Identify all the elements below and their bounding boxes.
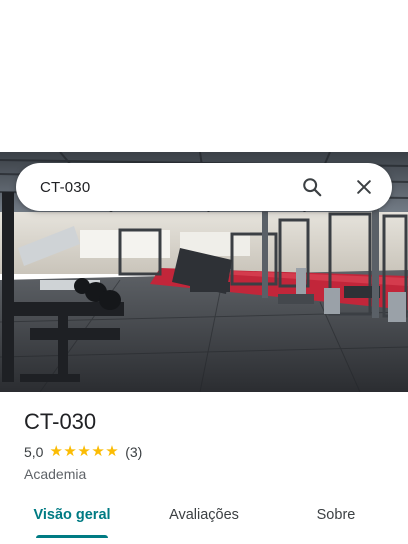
star-rating: ★ ★ ★ ★ ★ (49, 443, 119, 460)
review-count[interactable]: (3) (125, 444, 142, 460)
active-tab-indicator (36, 535, 108, 538)
tab-reviews[interactable]: Avaliações (144, 492, 264, 538)
star-icon: ★ (49, 443, 63, 460)
tab-label: Avaliações (169, 507, 239, 523)
place-info: CT-030 5,0 ★ ★ ★ ★ ★ (3) Academia (24, 406, 384, 482)
search-button[interactable] (292, 167, 332, 207)
rating-value: 5,0 (24, 444, 44, 460)
tab-overview[interactable]: Visão geral (0, 492, 144, 538)
tab-label: Sobre (316, 507, 356, 523)
search-icon (303, 178, 322, 197)
search-input[interactable]: CT-030 (40, 179, 292, 196)
star-icon: ★ (77, 443, 91, 460)
clear-search-button[interactable] (344, 167, 384, 207)
close-icon (357, 180, 371, 194)
search-bar[interactable]: CT-030 (16, 163, 392, 211)
tab-label: Visão geral (33, 507, 111, 523)
place-tabs: Visão geral Avaliações Sobre (0, 492, 408, 538)
star-icon: ★ (105, 443, 119, 460)
star-icon: ★ (91, 443, 105, 460)
place-category: Academia (24, 466, 87, 482)
place-title: CT-030 (24, 409, 97, 434)
rating-row[interactable]: 5,0 ★ ★ ★ ★ ★ (3) (24, 444, 384, 460)
tab-about[interactable]: Sobre (264, 492, 408, 538)
star-icon: ★ (63, 443, 77, 460)
